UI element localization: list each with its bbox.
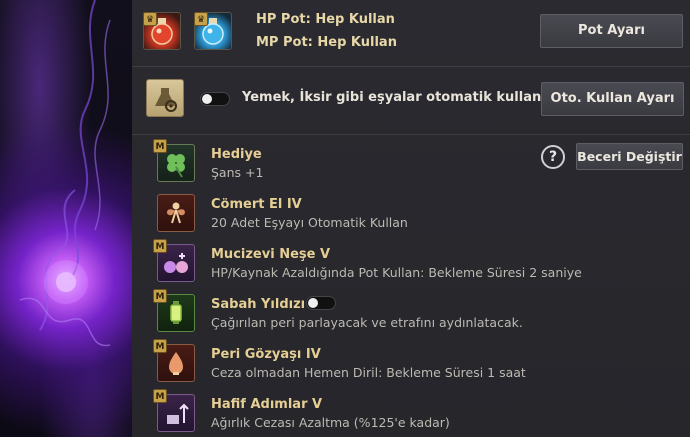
character-art (0, 0, 132, 437)
skill-name: Sabah Yıldızı (211, 297, 306, 312)
skill-description: Ceza olmadan Hemen Diril: Bekleme Süresi… (211, 365, 526, 380)
mastery-badge: M (153, 289, 167, 303)
skill-description: HP/Kaynak Azaldığında Pot Kullan: Beklem… (211, 265, 582, 280)
skill-name: Cömert El IV (211, 197, 302, 212)
skill-description: Çağırılan peri parlayacak ve etrafını ay… (211, 315, 523, 330)
magic-swirl-art (19, 0, 111, 347)
skill-name: Hafif Adımlar V (211, 397, 323, 412)
skill-name: Mucizevi Neşe V (211, 247, 331, 262)
divider (132, 66, 690, 67)
sabah-yildizi-toggle[interactable] (306, 296, 336, 310)
auto-use-settings-button[interactable]: Oto. Kullan Ayarı (541, 82, 684, 116)
mastery-badge: M (153, 239, 167, 253)
skill-description: Şans +1 (211, 165, 264, 180)
help-button[interactable]: ? (541, 145, 565, 169)
mp-potion-badge-icon: ♛ (194, 12, 208, 26)
fairy-icon (166, 202, 186, 224)
change-skill-button[interactable]: Beceri Değiştir (576, 143, 683, 170)
potion-settings-button[interactable]: Pot Ayarı (540, 14, 683, 48)
divider (132, 134, 690, 135)
toggle-knob (202, 94, 212, 104)
skill-name: Peri Gözyaşı IV (211, 347, 321, 362)
hp-potion-label: HP Pot: Hep Kullan (256, 12, 395, 27)
skill-icon-comert-el (157, 194, 195, 232)
hp-potion-badge-icon: ♛ (143, 12, 157, 26)
toggle-knob (308, 298, 318, 308)
mastery-badge: M (153, 339, 167, 353)
flask-gear-icon (155, 88, 177, 112)
auto-use-description: Yemek, İksir gibi eşyalar otomatik kulla… (242, 90, 565, 105)
skill-name: Hediye (211, 147, 262, 162)
auto-use-slot (146, 79, 184, 117)
auto-use-toggle[interactable] (200, 92, 230, 106)
skill-description: Ağırlık Cezası Azaltma (%125'e kadar) (211, 415, 450, 430)
mp-potion-label: MP Pot: Hep Kullan (256, 35, 397, 50)
mastery-badge: M (153, 139, 167, 153)
skill-description: 20 Adet Eşyayı Otomatik Kullan (211, 215, 408, 230)
mastery-badge: M (153, 389, 167, 403)
